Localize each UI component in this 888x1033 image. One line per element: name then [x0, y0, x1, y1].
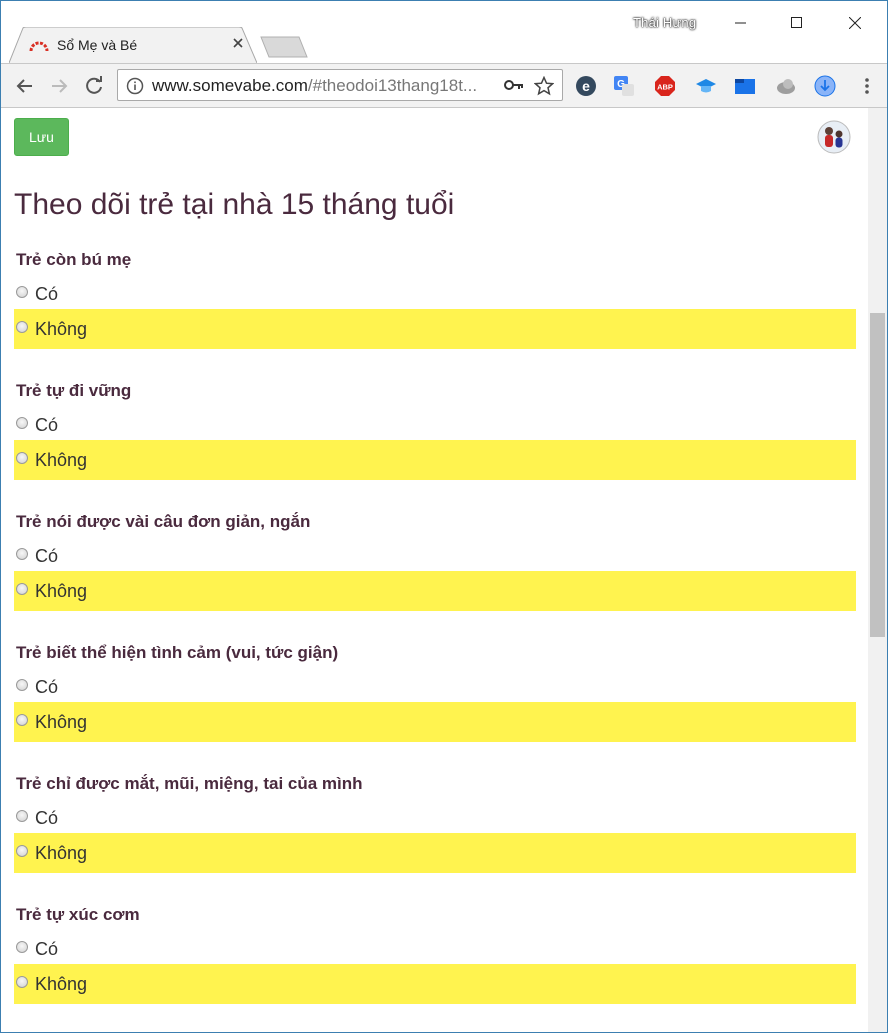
radio-button[interactable] — [16, 941, 28, 953]
download-icon[interactable] — [814, 75, 836, 97]
url-host: www.somevabe.com — [152, 76, 308, 95]
option-label[interactable]: Có — [35, 546, 58, 567]
avatar[interactable] — [817, 120, 851, 154]
menu-icon[interactable] — [856, 75, 878, 97]
browser-window: Sổ Mẹ và Bé Thái Hưng www.somevabe.com/#… — [0, 0, 888, 1033]
graduation-cap-icon[interactable] — [695, 75, 717, 97]
vertical-scrollbar[interactable] — [868, 108, 887, 1032]
question-item: Trẻ còn bú mẹ Có Không — [14, 248, 856, 379]
url-path: /#theodoi13thang18t... — [307, 76, 478, 95]
profile-name[interactable]: Thái Hưng — [633, 15, 696, 30]
radio-button[interactable] — [16, 548, 28, 560]
question-label: Trẻ tự đi vững — [16, 381, 132, 400]
key-icon[interactable] — [504, 79, 524, 91]
question-item: Trẻ biết thể hiện tình cảm (vui, tức giậ… — [14, 641, 856, 772]
option-no[interactable]: Không — [14, 440, 856, 480]
option-no[interactable]: Không — [14, 309, 856, 349]
radio-button[interactable] — [16, 714, 28, 726]
radio-button[interactable] — [16, 679, 28, 691]
browser-toolbar: www.somevabe.com/#theodoi13thang18t... e… — [1, 63, 887, 108]
radio-button[interactable] — [16, 321, 28, 333]
option-no[interactable]: Không — [14, 964, 856, 1004]
option-label[interactable]: Không — [35, 450, 87, 471]
question-item: Trẻ tự xúc cơm Có Không — [14, 903, 856, 1032]
translate-icon[interactable]: G — [613, 75, 635, 97]
url-text[interactable]: www.somevabe.com/#theodoi13thang18t... — [152, 76, 477, 96]
maximize-button[interactable] — [775, 9, 821, 37]
option-label[interactable]: Không — [35, 843, 87, 864]
tab-title: Sổ Mẹ và Bé — [57, 37, 138, 53]
info-icon[interactable] — [126, 77, 144, 95]
svg-text:ABP: ABP — [657, 83, 673, 92]
new-tab-button[interactable] — [259, 33, 309, 59]
svg-text:e: e — [582, 78, 590, 94]
page-content: Lưu Theo dõi trẻ tại nhà 15 tháng tuổi T… — [1, 108, 868, 1032]
option-label[interactable]: Có — [35, 808, 58, 829]
tab-extension-icon[interactable] — [734, 75, 756, 97]
cloud-extension-icon[interactable] — [775, 75, 797, 97]
adblock-plus-icon[interactable]: ABP — [654, 75, 676, 97]
address-bar[interactable]: www.somevabe.com/#theodoi13thang18t... — [117, 69, 563, 101]
option-label[interactable]: Không — [35, 712, 87, 733]
question-label: Trẻ chỉ được mắt, mũi, miệng, tai của mì… — [16, 774, 363, 793]
radio-button[interactable] — [16, 286, 28, 298]
scrollbar-thumb[interactable] — [870, 313, 885, 637]
radio-button[interactable] — [16, 452, 28, 464]
forward-icon[interactable] — [46, 73, 72, 99]
maximize-icon — [791, 17, 802, 28]
somevabe-favicon — [29, 41, 49, 52]
option-label[interactable]: Có — [35, 677, 58, 698]
option-label[interactable]: Không — [35, 319, 87, 340]
option-label[interactable]: Không — [35, 581, 87, 602]
question-label: Trẻ nói được vài câu đơn giản, ngắn — [16, 512, 311, 531]
option-label[interactable]: Có — [35, 939, 58, 960]
option-no[interactable]: Không — [14, 571, 856, 611]
edge-extension-icon[interactable]: e — [575, 75, 597, 97]
option-label[interactable]: Có — [35, 284, 58, 305]
radio-button[interactable] — [16, 417, 28, 429]
close-icon — [849, 17, 861, 29]
close-window-button[interactable] — [833, 9, 879, 37]
question-item: Trẻ tự đi vững Có Không — [14, 379, 856, 510]
question-list: Trẻ còn bú mẹ Có Không Trẻ tự đi vững Có — [14, 248, 856, 1032]
question-item: Trẻ chỉ được mắt, mũi, miệng, tai của mì… — [14, 772, 856, 903]
option-label[interactable]: Có — [35, 415, 58, 436]
question-label: Trẻ còn bú mẹ — [16, 250, 132, 269]
radio-button[interactable] — [16, 976, 28, 988]
close-icon[interactable] — [231, 36, 245, 50]
question-item: Trẻ nói được vài câu đơn giản, ngắn Có K… — [14, 510, 856, 641]
tab-strip: Sổ Mẹ và Bé Thái Hưng — [1, 1, 887, 63]
question-label: Trẻ biết thể hiện tình cảm (vui, tức giậ… — [16, 643, 339, 662]
option-no[interactable]: Không — [14, 833, 856, 873]
minimize-icon — [735, 22, 746, 24]
star-icon[interactable] — [534, 76, 554, 96]
radio-button[interactable] — [16, 845, 28, 857]
page-title: Theo dõi trẻ tại nhà 15 tháng tuổi — [14, 188, 455, 221]
browser-tab[interactable]: Sổ Mẹ và Bé — [9, 27, 257, 63]
option-no[interactable]: Không — [14, 702, 856, 742]
back-icon[interactable] — [12, 73, 38, 99]
option-label[interactable]: Không — [35, 974, 87, 995]
radio-button[interactable] — [16, 583, 28, 595]
save-button[interactable]: Lưu — [14, 118, 69, 156]
question-label: Trẻ tự xúc cơm — [16, 905, 140, 924]
radio-button[interactable] — [16, 810, 28, 822]
minimize-button[interactable] — [719, 9, 765, 37]
reload-icon[interactable] — [81, 73, 107, 99]
